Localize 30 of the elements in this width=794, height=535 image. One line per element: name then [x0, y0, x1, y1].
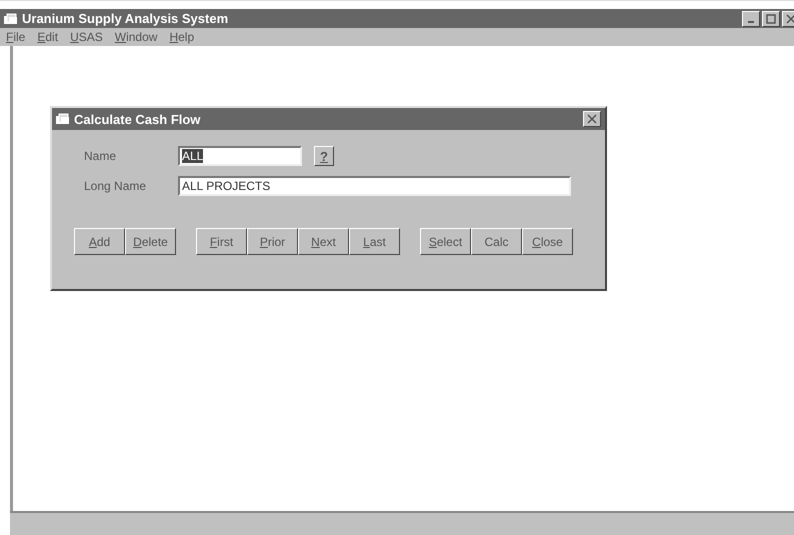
menu-item[interactable]: File: [6, 30, 26, 44]
window-title: Uranium Supply Analysis System: [22, 11, 228, 26]
dialog-button[interactable]: Add: [74, 228, 125, 255]
dialog-button[interactable]: Calc: [471, 228, 522, 255]
maximize-button[interactable]: [762, 10, 780, 26]
minimize-button[interactable]: [742, 10, 760, 26]
menu-item[interactable]: Help: [169, 30, 194, 44]
field-label: Long Name: [84, 179, 148, 193]
close-button[interactable]: [583, 111, 601, 127]
dialog-title: Calculate Cash Flow: [74, 112, 200, 126]
folders-icon: [4, 12, 18, 24]
close-icon: [587, 114, 597, 124]
field-label: Name: [84, 149, 118, 163]
menu-item[interactable]: Edit: [37, 30, 58, 44]
dialog-button[interactable]: Prior: [247, 228, 298, 255]
text-field[interactable]: ALL: [178, 146, 302, 166]
dialog-button[interactable]: Close: [522, 228, 573, 255]
maximize-icon: [766, 14, 776, 24]
folders-icon: [56, 113, 70, 125]
dialog-button[interactable]: Delete: [125, 228, 176, 255]
menu-item[interactable]: USAS: [70, 30, 103, 44]
menu-item[interactable]: Window: [114, 30, 158, 44]
lookup-button[interactable]: ?: [314, 146, 334, 166]
dialog-button[interactable]: Last: [349, 228, 400, 255]
minimize-icon: [748, 21, 754, 23]
dialog-button[interactable]: Select: [420, 228, 471, 255]
dialog-button[interactable]: Next: [298, 228, 349, 255]
close-icon: [786, 14, 794, 24]
dialog-button[interactable]: First: [196, 228, 247, 255]
text-field[interactable]: ALL PROJECTS: [178, 176, 571, 196]
